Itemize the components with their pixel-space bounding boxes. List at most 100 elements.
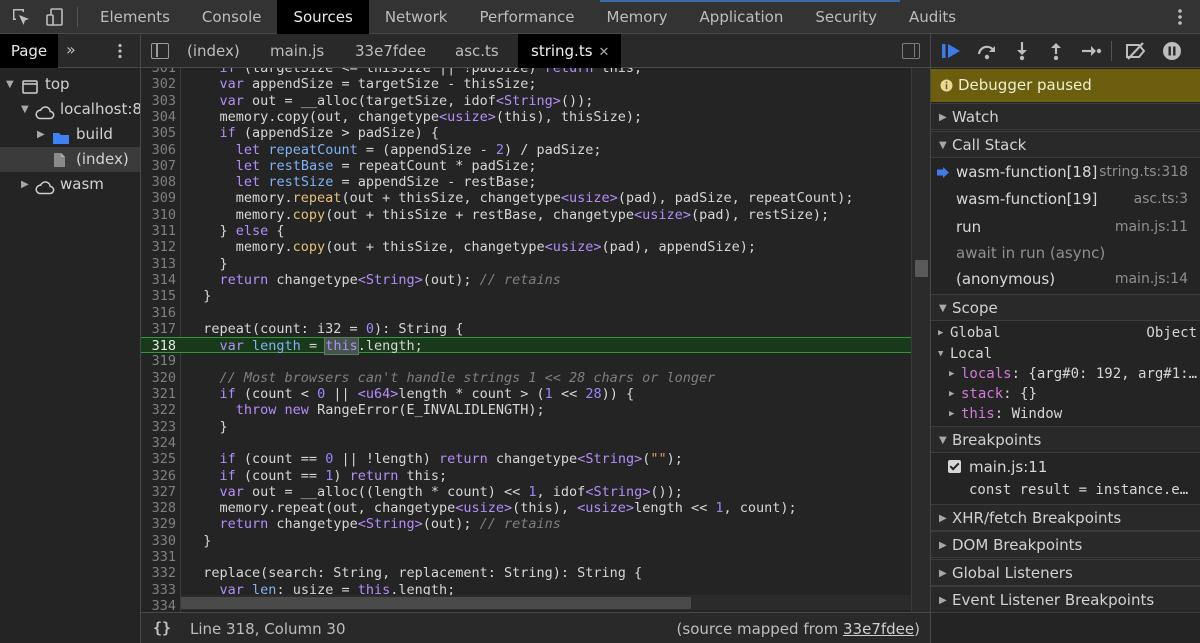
editor-tab-index[interactable]: (index) [187,34,240,68]
more-tabs-button[interactable]: » [66,34,76,68]
tab-security[interactable]: Security [799,0,893,34]
tab-memory[interactable]: Memory [591,0,684,34]
call-frame-current[interactable]: wasm-function[18] string.ts:318 [931,159,1200,186]
line-number[interactable]: 322 [141,402,176,418]
tree-item-build[interactable]: ▶ build [0,122,140,147]
expand-triangle-icon[interactable]: ▼ [6,72,14,97]
tab-elements[interactable]: Elements [84,0,186,34]
code-line[interactable]: 309 memory.repeat(out + thisSize, change… [141,190,911,206]
code-line[interactable]: 324 [141,435,911,451]
call-frame-location[interactable]: main.js:11 [1115,214,1188,241]
tab-console[interactable]: Console [186,0,278,34]
editor-tab-33e7fdee[interactable]: 33e7fdee [355,34,426,68]
call-frame-location[interactable]: main.js:14 [1115,266,1188,293]
breakpoint-item[interactable]: main.js:11 [931,455,1200,479]
line-number[interactable]: 306 [141,142,176,158]
code-line[interactable]: 329 return changetype<String>(out); // r… [141,516,911,532]
step-over-button[interactable] [974,38,1000,64]
code-line[interactable]: 314 return changetype<String>(out); // r… [141,272,911,288]
tab-application[interactable]: Application [684,0,800,34]
code-line[interactable]: 313 } [141,256,911,272]
tab-page[interactable]: Page [0,34,58,68]
tree-item-localhost[interactable]: ▼ localhost:80 [0,97,140,122]
code-line[interactable]: 330 } [141,533,911,549]
line-number[interactable]: 315 [141,288,176,304]
code-line[interactable]: 332 replace(search: String, replacement:… [141,565,911,581]
close-tab-icon[interactable]: ✕ [599,45,610,60]
line-number[interactable]: 333 [141,582,176,598]
line-number[interactable]: 301 [141,68,176,76]
line-number[interactable]: 326 [141,468,176,484]
code-line[interactable]: 302 var appendSize = targetSize - thisSi… [141,76,911,92]
code-line[interactable]: 315 } [141,288,911,304]
resume-button[interactable] [939,38,965,64]
code-line[interactable]: 316 [141,305,911,321]
line-number[interactable]: 316 [141,305,176,321]
tree-item-index[interactable]: (index) [0,147,140,172]
customize-menu-icon[interactable] [1170,0,1190,34]
call-frame-location[interactable]: asc.ts:3 [1134,186,1188,213]
line-number[interactable]: 329 [141,516,176,532]
scope-local[interactable]: ▼ Local [931,344,1200,364]
code-line[interactable]: 322 throw new RangeError(E_INVALIDLENGTH… [141,402,911,418]
editor-tab-string-ts[interactable]: string.ts ✕ [518,34,622,68]
breakpoint-checkbox[interactable] [948,460,961,473]
code-line[interactable]: 326 if (count == 1) return this; [141,468,911,484]
code-line[interactable]: 320 // Most browsers can't handle string… [141,370,911,386]
navigator-menu-icon[interactable] [112,43,128,59]
device-toolbar-icon[interactable] [38,0,72,34]
line-number[interactable]: 302 [141,76,176,92]
inspect-element-icon[interactable] [4,0,38,34]
collapsed-triangle-icon[interactable]: ▶ [37,122,45,147]
code-line[interactable]: 307 let restBase = repeatCount * padSize… [141,158,911,174]
code-line[interactable]: 310 memory.copy(out + thisSize + restBas… [141,207,911,223]
tree-item-top[interactable]: ▼ top [0,72,140,97]
call-frame-location[interactable]: string.ts:318 [1099,159,1188,186]
line-number[interactable]: 321 [141,386,176,402]
line-number[interactable]: 307 [141,158,176,174]
code-line[interactable]: 311 } else { [141,223,911,239]
line-number[interactable]: 334 [141,598,176,612]
line-number[interactable]: 305 [141,125,176,141]
tab-sources[interactable]: Sources [277,0,369,34]
code-line[interactable]: 304 memory.copy(out, changetype<usize>(t… [141,109,911,125]
editor-tab-main-js[interactable]: main.js [270,34,324,68]
line-number[interactable]: 303 [141,93,176,109]
vertical-scroll-thumb[interactable] [915,260,928,277]
line-number[interactable]: 304 [141,109,176,125]
call-frame[interactable]: run main.js:11 [931,214,1200,241]
code-line[interactable]: 319 [141,353,911,369]
step-button[interactable] [1078,38,1104,64]
toggle-navigator-icon[interactable] [151,43,169,59]
call-frame[interactable]: (anonymous) main.js:14 [931,266,1200,293]
section-event-listener-breakpoints[interactable]: ▶ Event Listener Breakpoints [931,586,1200,613]
section-scope[interactable]: ▼ Scope [931,294,1200,321]
line-number[interactable]: 331 [141,549,176,565]
tab-audits[interactable]: Audits [893,0,972,34]
pretty-print-icon[interactable]: {} [153,619,171,637]
code-line[interactable]: 327 var out = __alloc((length * count) <… [141,484,911,500]
step-into-button[interactable] [1009,38,1035,64]
line-number[interactable]: 311 [141,223,176,239]
vertical-scrollbar[interactable] [911,68,930,612]
line-number[interactable]: 328 [141,500,176,516]
line-number[interactable]: 310 [141,207,176,223]
line-number[interactable]: 317 [141,321,176,337]
line-number[interactable]: 323 [141,419,176,435]
code-line[interactable]: 301 if (targetSize <= thisSize || !padSi… [141,68,911,76]
tree-item-wasm[interactable]: ▶ wasm [0,172,140,197]
section-global-listeners[interactable]: ▶ Global Listeners [931,559,1200,586]
line-number[interactable]: 313 [141,256,176,272]
code-editor[interactable]: 301 if (targetSize <= thisSize || !padSi… [141,68,930,612]
code-line[interactable]: 323 } [141,419,911,435]
code-line[interactable]: 328 memory.repeat(out, changetype<usize>… [141,500,911,516]
toggle-debugger-icon[interactable] [902,43,920,59]
line-number[interactable]: 332 [141,565,176,581]
scope-global[interactable]: ▶ Global Object [931,323,1200,343]
code-line[interactable]: 305 if (appendSize > padSize) { [141,125,911,141]
horizontal-scroll-thumb[interactable] [181,597,691,609]
tab-network[interactable]: Network [369,0,464,34]
step-out-button[interactable] [1043,38,1069,64]
line-number[interactable]: 327 [141,484,176,500]
code-line[interactable]: 306 let repeatCount = (appendSize - 2) /… [141,142,911,158]
